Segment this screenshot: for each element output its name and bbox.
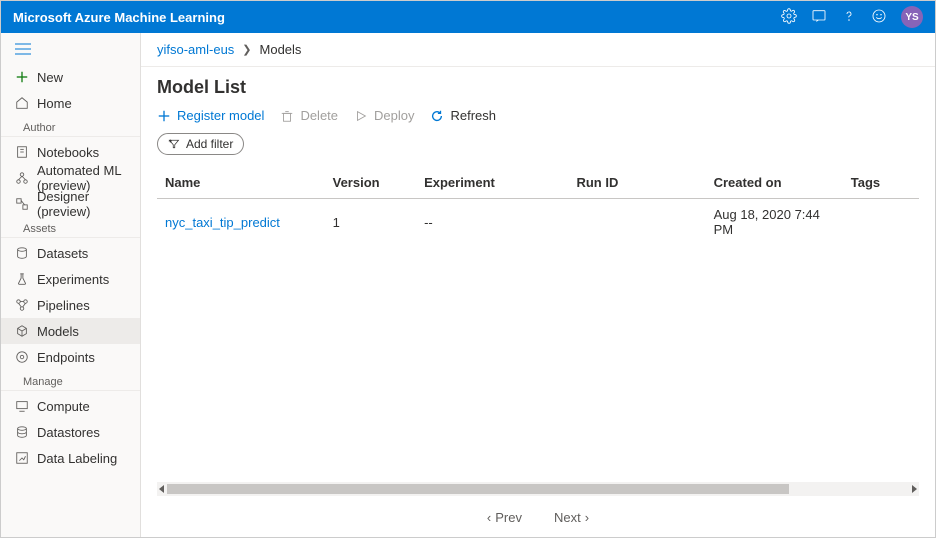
horizontal-scrollbar[interactable] [157, 482, 919, 496]
button-label: Next [554, 510, 581, 525]
sidebar-item-label: Data Labeling [37, 451, 117, 466]
sidebar-item-designer[interactable]: Designer (preview) [1, 191, 140, 217]
prev-button[interactable]: ‹ Prev [487, 510, 522, 525]
sidebar-item-label: Models [37, 324, 79, 339]
help-icon[interactable] [841, 8, 857, 27]
models-icon [15, 324, 29, 338]
sidebar-item-label: Compute [37, 399, 90, 414]
cell-version: 1 [325, 199, 416, 246]
smile-icon[interactable] [871, 8, 887, 27]
datastores-icon [15, 425, 29, 439]
refresh-button[interactable]: Refresh [430, 108, 496, 123]
main-content: yifso-aml-eus ❯ Models Model List Regist… [141, 33, 935, 537]
avatar[interactable]: YS [901, 6, 923, 28]
sidebar-item-label: Home [37, 96, 72, 111]
cell-runid [568, 199, 705, 246]
sidebar-item-label: Datasets [37, 246, 88, 261]
home-icon [15, 96, 29, 110]
sidebar-item-datastores[interactable]: Datastores [1, 419, 140, 445]
sidebar-item-endpoints[interactable]: Endpoints [1, 344, 140, 370]
sidebar-item-automl[interactable]: Automated ML (preview) [1, 165, 140, 191]
datasets-icon [15, 246, 29, 260]
scrollbar-thumb[interactable] [167, 484, 789, 494]
breadcrumb: yifso-aml-eus ❯ Models [141, 33, 935, 67]
sidebar-item-label: Endpoints [37, 350, 95, 365]
models-table: Name Version Experiment Run ID Created o… [141, 167, 935, 482]
pager: ‹ Prev Next › [141, 502, 935, 537]
feedback-icon[interactable] [811, 8, 827, 27]
endpoints-icon [15, 350, 29, 364]
button-label: Refresh [450, 108, 496, 123]
sidebar-item-new[interactable]: New [1, 64, 140, 90]
sidebar: New Home Author Notebooks Automated ML (… [1, 33, 141, 537]
col-created[interactable]: Created on [706, 167, 843, 199]
automl-icon [15, 171, 29, 185]
register-model-button[interactable]: Register model [157, 108, 264, 123]
gear-icon[interactable] [781, 8, 797, 27]
cell-created: Aug 18, 2020 7:44 PM [706, 199, 843, 246]
deploy-icon [354, 109, 368, 123]
sidebar-item-label: Notebooks [37, 145, 99, 160]
refresh-icon [430, 109, 444, 123]
sidebar-item-label: Experiments [37, 272, 109, 287]
breadcrumb-workspace[interactable]: yifso-aml-eus [157, 42, 234, 57]
filter-row: Add filter [141, 129, 935, 167]
experiments-icon [15, 272, 29, 286]
sidebar-item-models[interactable]: Models [1, 318, 140, 344]
sidebar-item-pipelines[interactable]: Pipelines [1, 292, 140, 318]
top-bar: Microsoft Azure Machine Learning YS [1, 1, 935, 33]
table-row[interactable]: nyc_taxi_tip_predict 1 -- Aug 18, 2020 7… [157, 199, 919, 246]
button-label: Delete [300, 108, 338, 123]
sidebar-item-datalabeling[interactable]: Data Labeling [1, 445, 140, 471]
sidebar-item-label: Pipelines [37, 298, 90, 313]
next-button[interactable]: Next › [554, 510, 589, 525]
table-header-row: Name Version Experiment Run ID Created o… [157, 167, 919, 199]
sidebar-item-label: New [37, 70, 63, 85]
sidebar-item-label: Datastores [37, 425, 100, 440]
app-title: Microsoft Azure Machine Learning [13, 10, 225, 25]
delete-button: Delete [280, 108, 338, 123]
col-runid[interactable]: Run ID [568, 167, 705, 199]
page-title: Model List [141, 67, 935, 98]
chevron-right-icon: ❯ [242, 43, 251, 56]
datalabel-icon [15, 451, 29, 465]
plus-icon [15, 70, 29, 84]
plus-icon [157, 109, 171, 123]
pipelines-icon [15, 298, 29, 312]
button-label: Prev [495, 510, 522, 525]
sidebar-section-manage: Manage [1, 370, 140, 391]
menu-toggle-icon[interactable] [1, 37, 140, 64]
sidebar-section-author: Author [1, 116, 140, 137]
sidebar-section-assets: Assets [1, 217, 140, 238]
compute-icon [15, 399, 29, 413]
col-version[interactable]: Version [325, 167, 416, 199]
button-label: Register model [177, 108, 264, 123]
sidebar-item-compute[interactable]: Compute [1, 393, 140, 419]
designer-icon [15, 197, 29, 211]
col-tags[interactable]: Tags [843, 167, 919, 199]
cell-tags [843, 199, 919, 246]
button-label: Deploy [374, 108, 414, 123]
cell-experiment: -- [416, 199, 568, 246]
cell-name[interactable]: nyc_taxi_tip_predict [157, 199, 325, 246]
filter-icon [168, 138, 180, 150]
trash-icon [280, 109, 294, 123]
button-label: Add filter [186, 137, 233, 151]
sidebar-item-notebooks[interactable]: Notebooks [1, 139, 140, 165]
col-name[interactable]: Name [157, 167, 325, 199]
sidebar-item-label: Designer (preview) [37, 189, 126, 219]
chevron-right-icon: › [585, 510, 589, 525]
sidebar-item-home[interactable]: Home [1, 90, 140, 116]
deploy-button: Deploy [354, 108, 414, 123]
add-filter-button[interactable]: Add filter [157, 133, 244, 155]
col-experiment[interactable]: Experiment [416, 167, 568, 199]
breadcrumb-current: Models [260, 42, 302, 57]
chevron-left-icon: ‹ [487, 510, 491, 525]
toolbar: Register model Delete Deploy Refresh [141, 98, 935, 129]
topbar-actions: YS [781, 6, 923, 28]
notebook-icon [15, 145, 29, 159]
sidebar-item-experiments[interactable]: Experiments [1, 266, 140, 292]
sidebar-item-datasets[interactable]: Datasets [1, 240, 140, 266]
